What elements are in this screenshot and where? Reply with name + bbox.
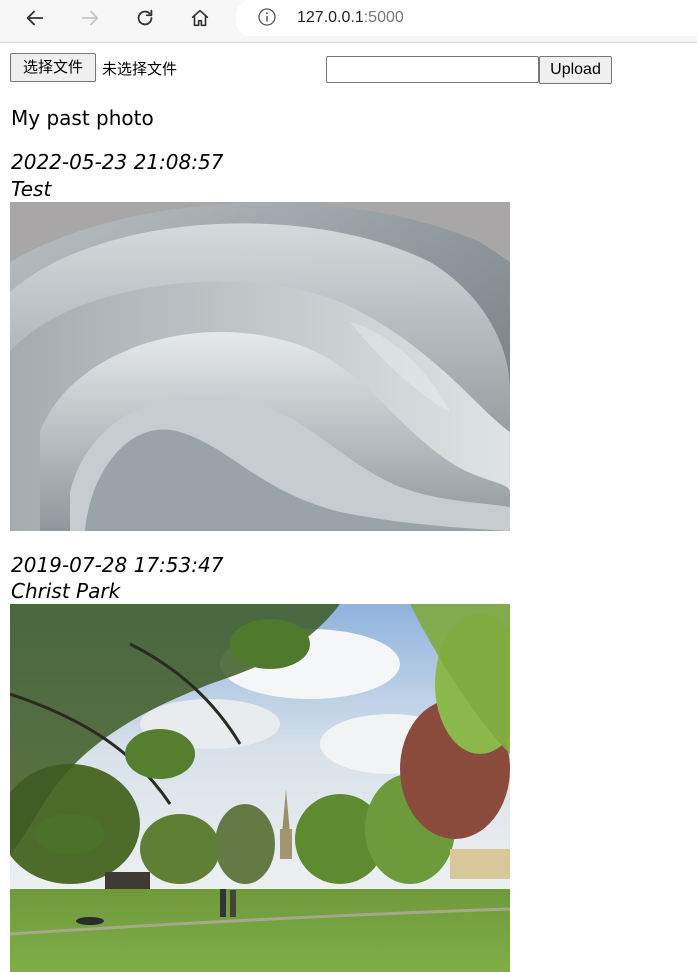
page-heading: My past photo [11,106,154,130]
reload-button[interactable] [129,4,161,32]
browser-toolbar: 127.0.0.1:5000 [0,0,697,43]
abstract-grey-wave-image [10,202,510,531]
upload-button[interactable]: Upload [539,56,612,84]
address-url[interactable]: 127.0.0.1:5000 [297,8,404,28]
choose-file-button[interactable]: 选择文件 [10,53,96,82]
arrow-left-icon [26,10,44,26]
url-port: :5000 [363,9,404,26]
park-landscape-image [10,604,510,972]
arrow-right-icon [81,10,99,26]
home-button[interactable] [184,4,216,32]
photo-caption: Test [11,177,52,201]
back-button[interactable] [19,4,51,32]
photo-date: 2019-07-28 17:53:47 [11,553,224,577]
photo-caption: Christ Park [11,579,121,603]
reload-icon [137,9,153,26]
url-host: 127.0.0.1 [297,9,364,26]
caption-input[interactable] [326,56,539,83]
forward-button[interactable] [74,4,106,32]
home-icon [191,9,209,27]
photo-date: 2022-05-23 21:08:57 [11,150,224,174]
info-icon[interactable] [257,7,277,27]
no-file-chosen-label: 未选择文件 [102,60,178,78]
